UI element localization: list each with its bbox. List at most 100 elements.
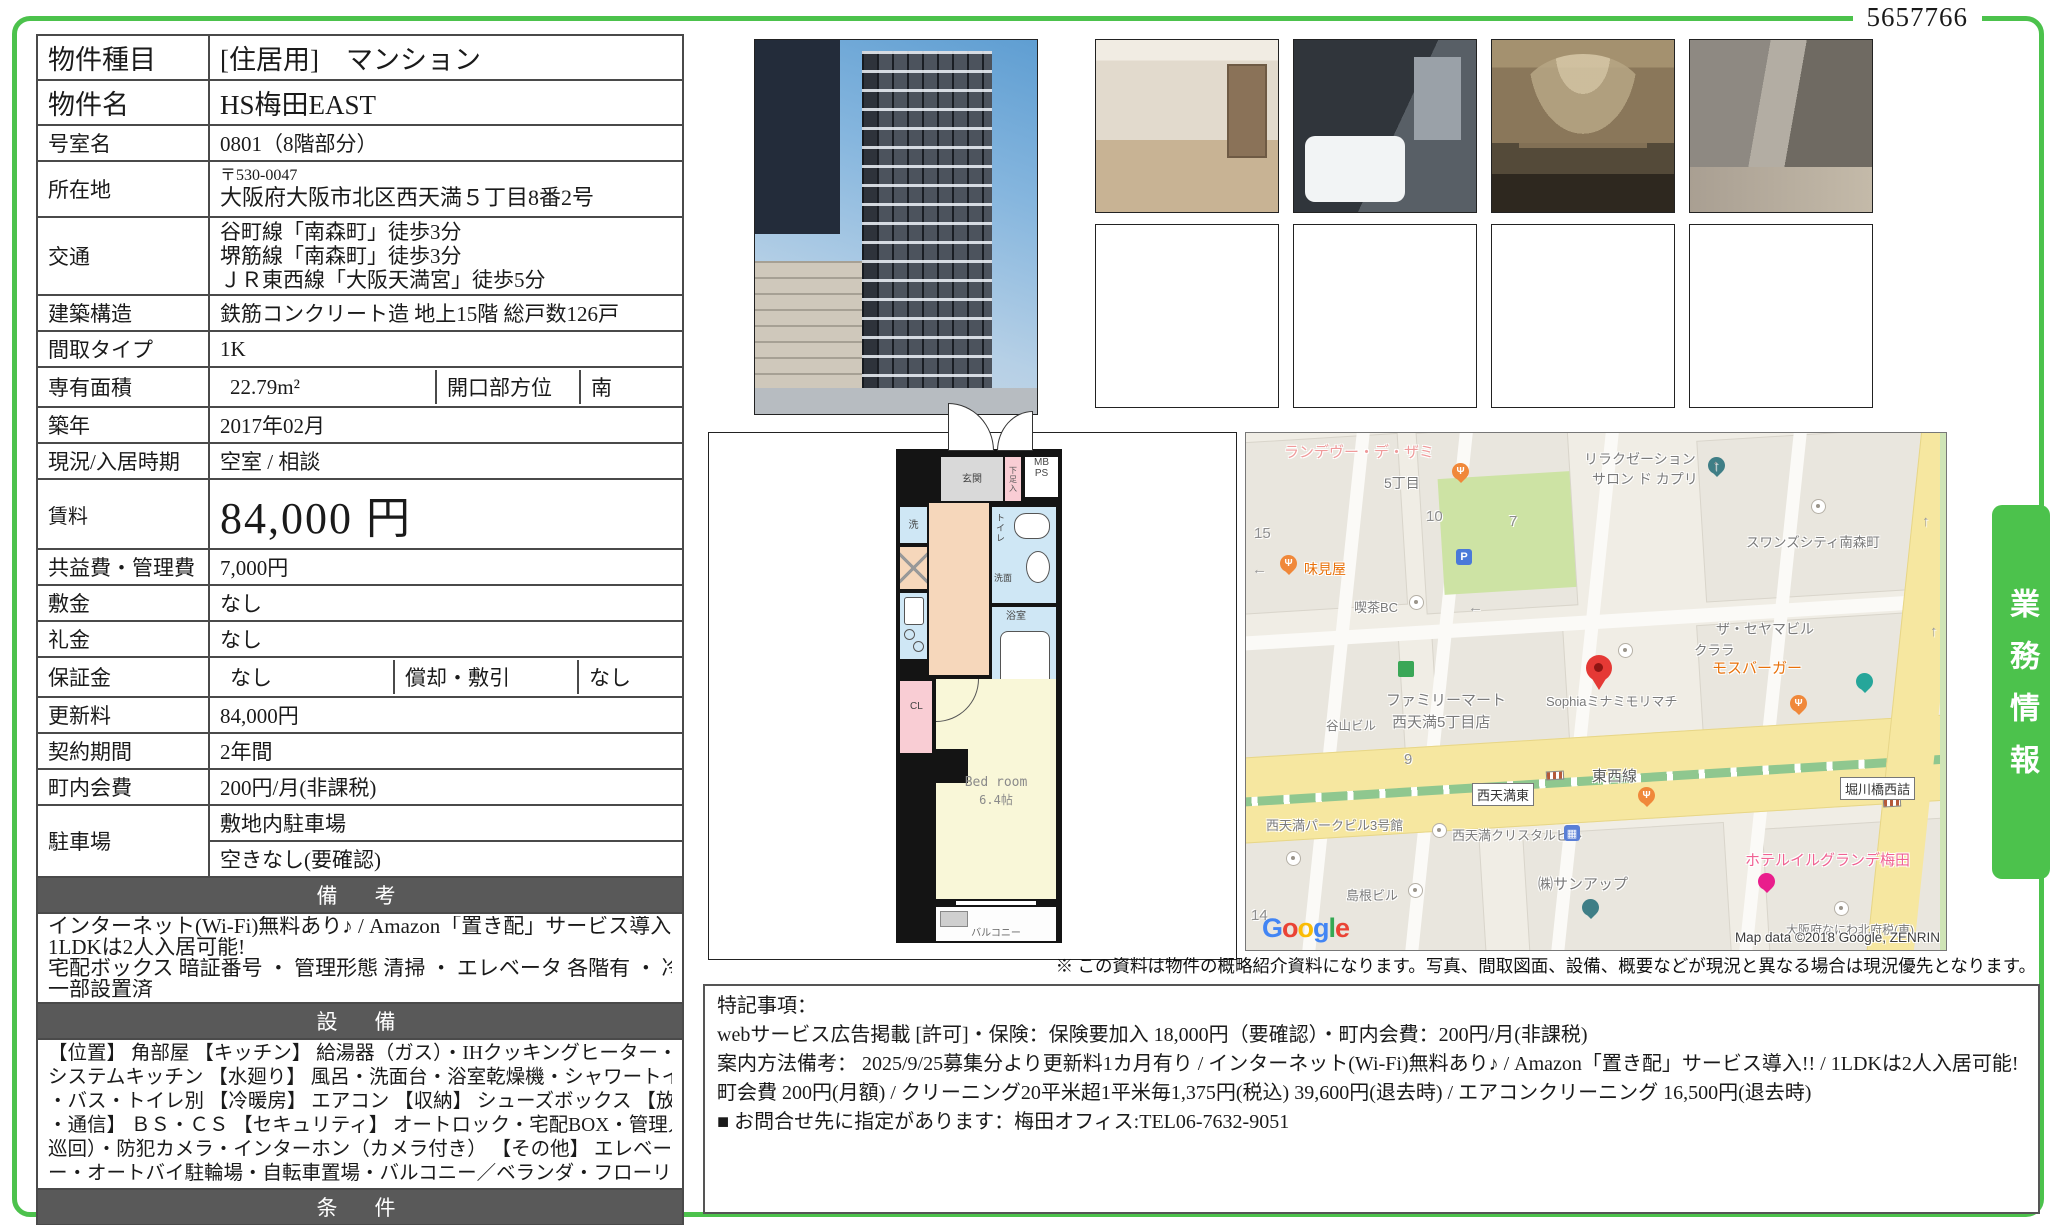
equipment-line-6: ー・オートバイ駐輪場・自転車置場・バルコニー／ベランダ・フローリング bbox=[48, 1162, 672, 1186]
arrow-up-icon: ↑ bbox=[1930, 623, 1938, 640]
entrance-genkan: 玄関 bbox=[941, 457, 1003, 501]
photo-building-exterior bbox=[754, 39, 1038, 415]
poi-pin-icon bbox=[1582, 899, 1599, 916]
section-header-conditions: 条 件 bbox=[37, 1189, 683, 1225]
business-info-tab-label: 業務情報 bbox=[1999, 588, 2043, 796]
arrow-left-icon: ← bbox=[1468, 599, 1483, 616]
special-notes-line-3: 町会費 200円(月額) / クリーニング20平米超1平米毎1,375円(税込)… bbox=[717, 1079, 2026, 1108]
business-info-tab: 業務情報 bbox=[1992, 505, 2050, 879]
poi-marker-icon bbox=[1432, 823, 1447, 838]
field-value-layout: 1K bbox=[209, 331, 683, 367]
toilet-icon bbox=[1014, 513, 1050, 539]
field-label-term: 契約期間 bbox=[37, 733, 209, 769]
access-line-2: 堺筋線「南森町」徒歩3分 bbox=[220, 244, 672, 268]
field-value-area: 22.79m² bbox=[220, 370, 435, 404]
poi-marker-icon bbox=[1409, 595, 1424, 610]
field-label-name: 物件名 bbox=[37, 80, 209, 125]
photo-room-interior bbox=[1095, 39, 1279, 213]
restaurant-pin-icon: Ψ bbox=[1280, 555, 1297, 572]
field-label-access: 交通 bbox=[37, 217, 209, 295]
map-label-taniyama: 谷山ビル bbox=[1326, 715, 1376, 734]
map-label-mos-burger: モスバーガー bbox=[1712, 657, 1802, 678]
field-label-area: 専有面積 bbox=[37, 367, 209, 407]
field-label-status: 現況/入居時期 bbox=[37, 443, 209, 479]
property-location-pin-icon bbox=[1586, 655, 1612, 681]
field-value-deposit: なし bbox=[209, 585, 683, 621]
washer-space: 洗 bbox=[900, 507, 927, 543]
field-value-fee: 7,000円 bbox=[209, 549, 683, 585]
bedroom-size-label: 6.4帖 bbox=[936, 791, 1056, 808]
field-value-direction: 南 bbox=[579, 370, 672, 404]
entrance-door-swing-icon bbox=[997, 411, 1033, 451]
map-label-hotel: ホテルイルグランデ梅田 bbox=[1745, 849, 1910, 870]
fork-icon: Ψ bbox=[1456, 466, 1464, 477]
poi-marker-icon bbox=[1811, 499, 1826, 514]
map-number-9: 9 bbox=[1404, 751, 1412, 768]
map-label-nishitenma-east: 西天満東 bbox=[1472, 783, 1534, 806]
bedroom-label: Bed room bbox=[936, 775, 1056, 790]
field-value-name: HS梅田EAST bbox=[209, 80, 683, 125]
basin-label: 洗面 bbox=[994, 573, 1012, 584]
field-label-fee: 共益費・管理費 bbox=[37, 549, 209, 585]
arrow-left-icon: ← bbox=[1252, 561, 1267, 578]
access-line-1: 谷町線「南森町」徒歩3分 bbox=[220, 220, 672, 244]
poi-marker-icon bbox=[1286, 851, 1301, 866]
field-value-built: 2017年02月 bbox=[209, 407, 683, 443]
field-label-rent: 賃料 bbox=[37, 479, 209, 549]
washbasin-icon bbox=[1026, 551, 1050, 583]
map-label-5chome: 5丁目 bbox=[1384, 473, 1420, 493]
photo-corridor-arch bbox=[1491, 39, 1675, 213]
map-label-clara: クララ bbox=[1694, 639, 1735, 659]
map-label-tozai-line: 東西線 bbox=[1592, 765, 1637, 786]
field-label-layout: 間取タイプ bbox=[37, 331, 209, 367]
apartment-tower bbox=[862, 51, 992, 395]
washer-label: 洗 bbox=[909, 520, 919, 531]
equipment-line-5: 巡回）・防犯カメラ・インターホン（カメラ付き） 【その他】 エレベータ bbox=[48, 1138, 672, 1162]
equipment-line-4: ・通信】 ＢＳ・ＣＳ 【セキュリティ】 オートロック・宅配BOX・管理人（ bbox=[48, 1114, 672, 1138]
photo-placeholder-4 bbox=[1689, 224, 1873, 408]
field-label-built: 築年 bbox=[37, 407, 209, 443]
field-label-keymoney: 礼金 bbox=[37, 621, 209, 657]
fork-icon: Ψ bbox=[1794, 698, 1802, 709]
property-flyer-page: 5657766 物件種目 [住居用] マンション 物件名 HS梅田EAST 号室… bbox=[0, 0, 2056, 1225]
map-green-edge bbox=[1940, 433, 1947, 950]
parking-icon: P bbox=[1456, 549, 1472, 565]
remarks-line-2: 1LDKは2人入居可能! bbox=[48, 937, 672, 958]
museum-icon: ▦ bbox=[1564, 825, 1580, 841]
toilet-washroom: トイレ 洗面 bbox=[992, 507, 1056, 603]
map-label-familymart-2: 西天満5丁目店 bbox=[1392, 711, 1490, 732]
map-number-7: 7 bbox=[1509, 513, 1517, 530]
postal-code: 〒530-0047 bbox=[220, 167, 672, 185]
burner-icon bbox=[913, 641, 924, 652]
ac-unit-icon bbox=[940, 911, 968, 927]
field-label-chonai: 町内会費 bbox=[37, 769, 209, 805]
floorplan-panel: 玄関 下足入 MB PS 洗 トイレ 洗面 bbox=[708, 432, 1237, 960]
equipment-line-3: ・バス・トイレ別 【冷暖房】 エアコン 【収納】 シューズボックス 【放送 bbox=[48, 1090, 672, 1114]
field-label-direction: 開口部方位 bbox=[435, 370, 579, 404]
address-text: 大阪府大阪市北区西天満５丁目8番2号 bbox=[220, 185, 672, 211]
street-ground bbox=[755, 388, 1037, 414]
balcony-label: バルコニー bbox=[936, 928, 1056, 939]
parking-letter: P bbox=[1460, 551, 1467, 563]
field-value-amortization: なし bbox=[577, 660, 672, 694]
disclaimer-note: ※ この資料は物件の概略紹介資料になります。写真、間取図面、設備、概要などが現況… bbox=[1056, 953, 2036, 978]
equipment-text: 【位置】 角部屋 【キッチン】 給湯器（ガス）・IHクッキングヒーター・ システ… bbox=[37, 1039, 683, 1189]
refrigerator-space bbox=[900, 547, 927, 589]
poi-marker-icon bbox=[1834, 901, 1849, 916]
ps-label: PS bbox=[1025, 468, 1058, 479]
photo-placeholder-2 bbox=[1293, 224, 1477, 408]
map-label-swans: スワンズシティ南森町 bbox=[1746, 531, 1880, 551]
bathtub bbox=[1305, 136, 1405, 201]
map-number-10: 10 bbox=[1426, 508, 1443, 525]
field-value-address: 〒530-0047 大阪府大阪市北区西天満５丁目8番2号 bbox=[209, 161, 683, 217]
restaurant-pin-icon: Ψ bbox=[1638, 787, 1655, 804]
google-logo: Google bbox=[1262, 913, 1349, 944]
kitchen-sink-icon bbox=[904, 597, 924, 625]
poi-marker-icon bbox=[1618, 643, 1633, 658]
map-label-relaxation-2: サロン ド カプリ bbox=[1592, 469, 1698, 489]
map-attribution: Map data ©2018 Google, ZENRIN bbox=[1735, 930, 1940, 945]
floorplan-drawing: 玄関 下足入 MB PS 洗 トイレ 洗面 bbox=[896, 449, 1062, 943]
closet: CL bbox=[900, 681, 932, 753]
arrow-up-icon: ↑ bbox=[1712, 457, 1720, 474]
remarks-line-1: インターネット(Wi-Fi)無料あり♪ / Amazon「置き配」サービス導入!… bbox=[48, 916, 672, 937]
